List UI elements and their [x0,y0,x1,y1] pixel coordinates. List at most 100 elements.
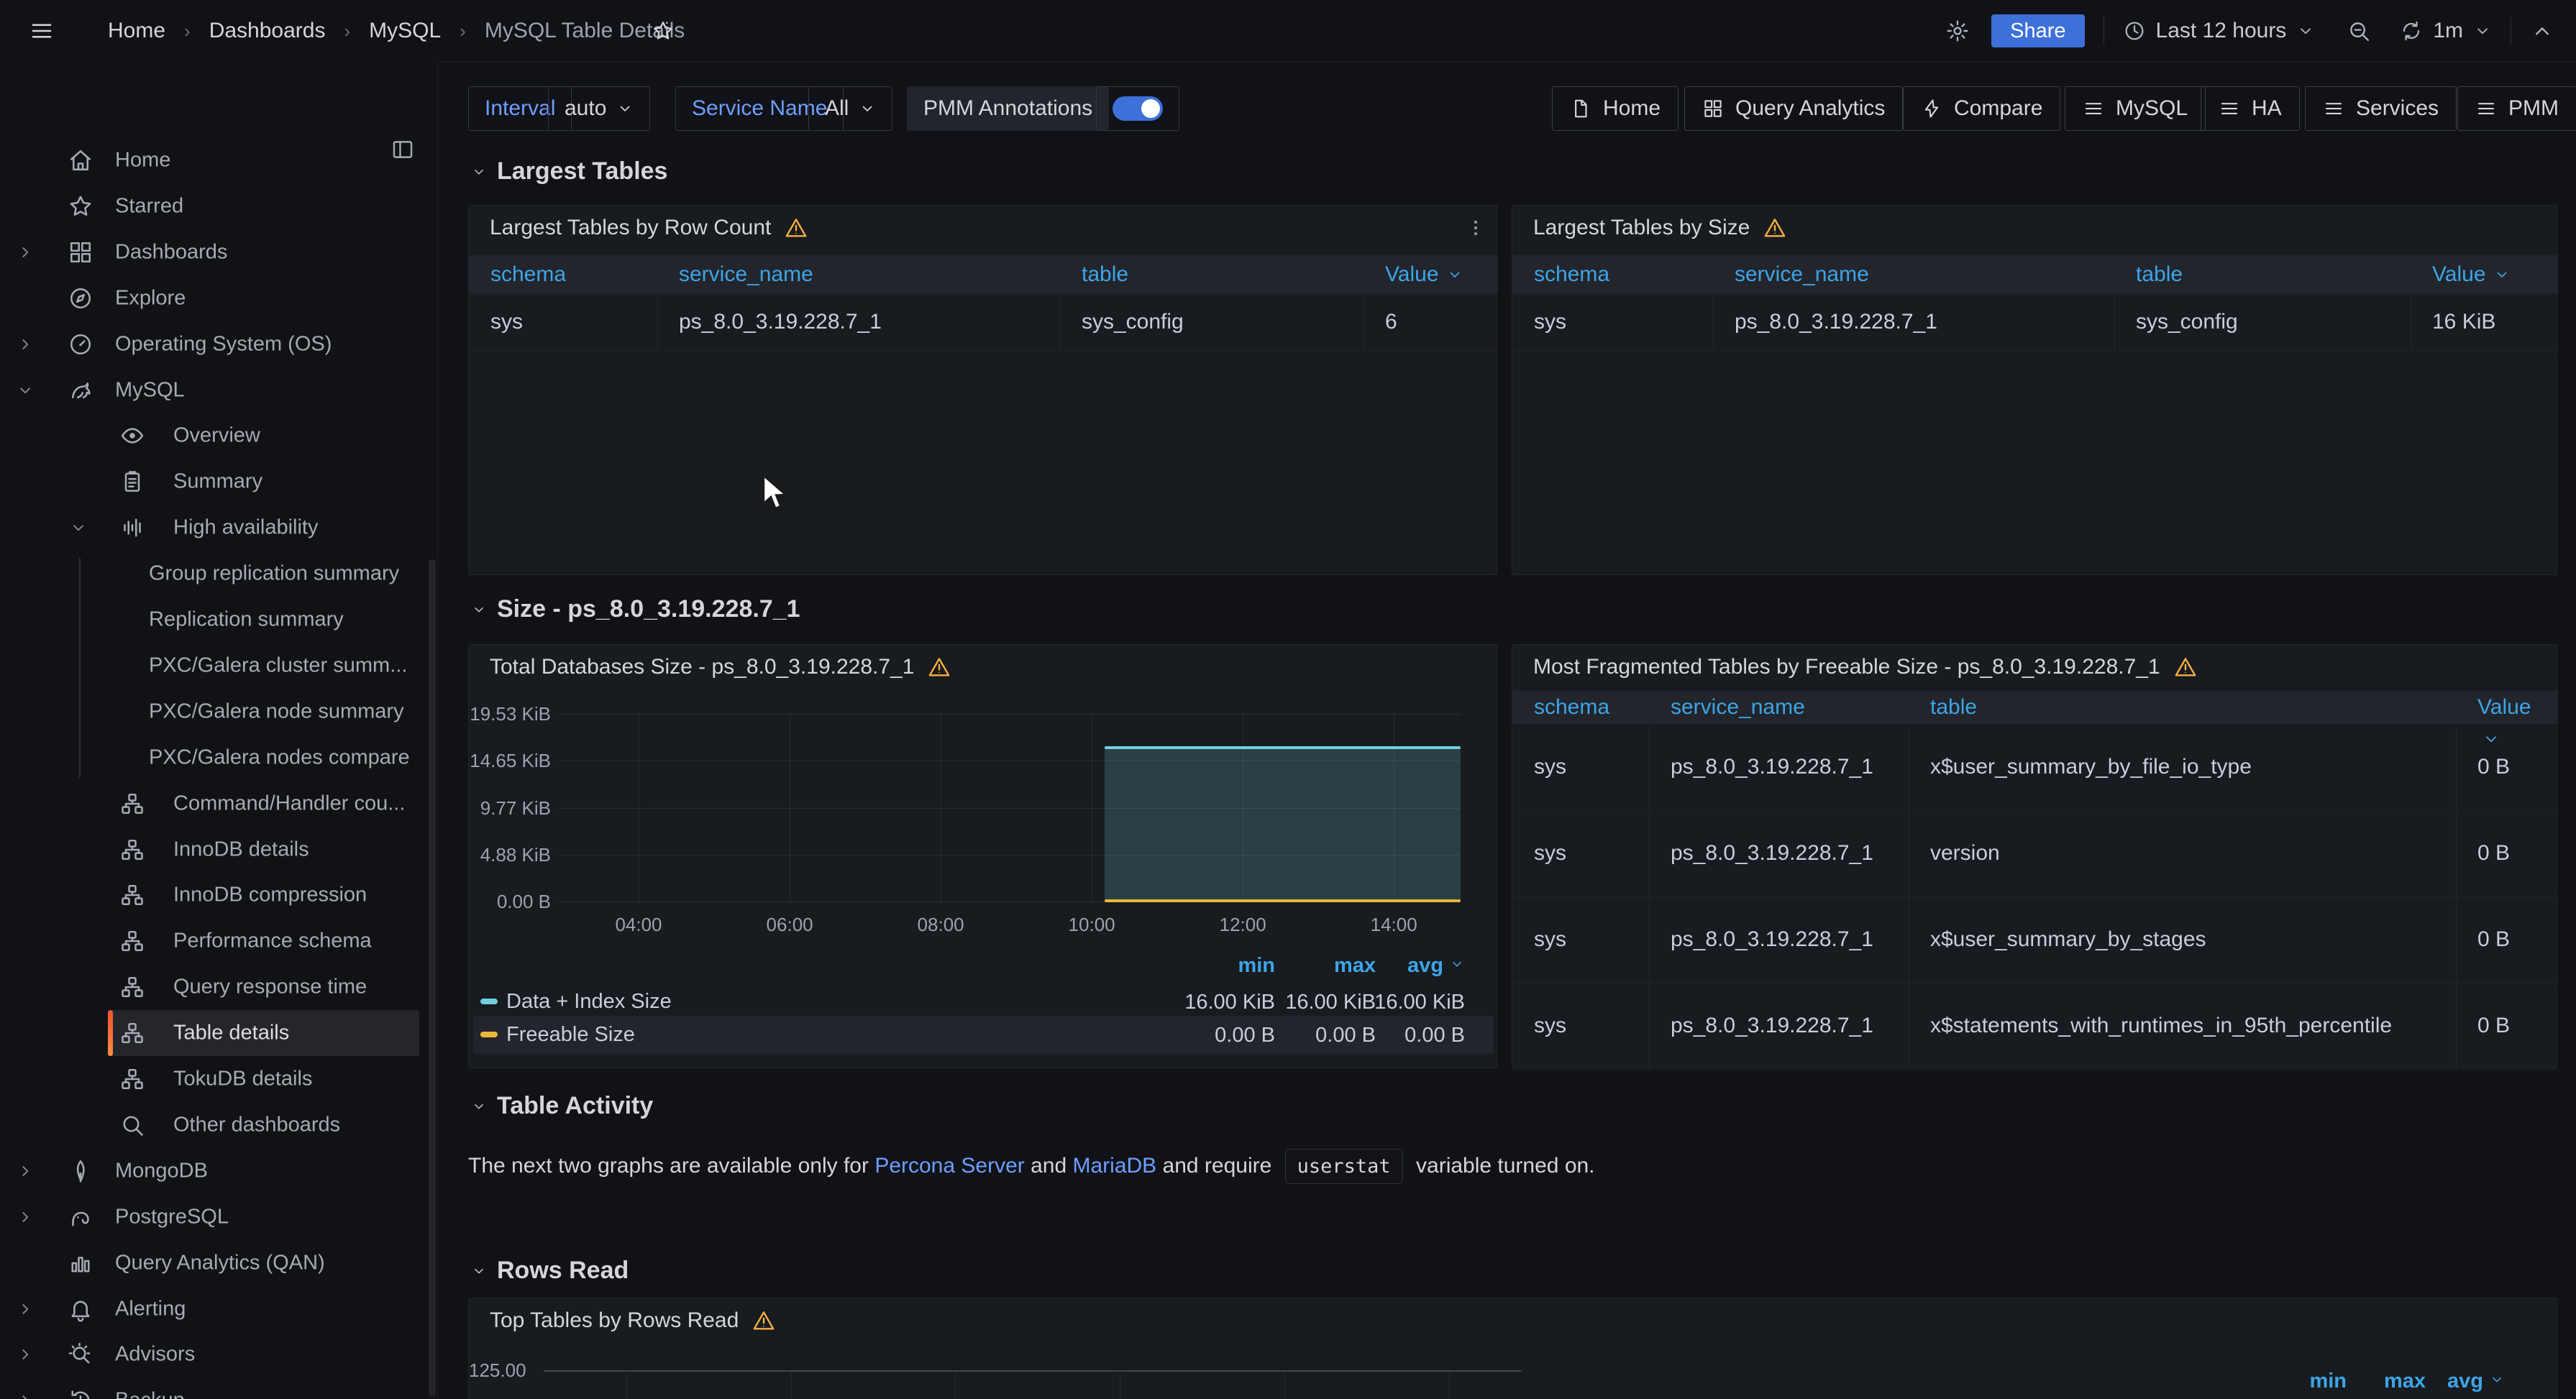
quicklink-mysql[interactable]: MySQL [2065,86,2206,131]
table-row: sysps_8.0_3.19.228.7_1sys_config6 [469,293,1498,352]
sidebar-item-query-analytics-qan[interactable]: Query Analytics (QAN) [0,1240,437,1286]
link-mariadb[interactable]: MariaDB [1072,1154,1156,1178]
sidebar-item-label: MongoDB [115,1159,208,1183]
share-button[interactable]: Share [1991,14,2084,47]
sidebar-item-innodb-details[interactable]: InnoDB details [0,827,437,873]
chevron-down-icon[interactable] [16,381,35,400]
section-largest-tables[interactable]: Largest Tables [471,157,667,185]
sidebar-item-other-dashboards[interactable]: Other dashboards [0,1102,437,1148]
toggle-switch[interactable] [1113,96,1163,121]
section-table-activity[interactable]: Table Activity [471,1092,653,1120]
quicklink-home[interactable]: Home [1552,86,1678,131]
quicklink-services[interactable]: Services [2305,86,2457,131]
sidebar-item-query-response-time[interactable]: Query response time [0,964,437,1010]
sidebar-item-pxc-galera-cluster-summ[interactable]: PXC/Galera cluster summ... [0,643,437,689]
sidebar-item-backup[interactable]: Backup [0,1377,437,1399]
cell-service_name: ps_8.0_3.19.228.7_1 [1671,724,1901,810]
legend-series-freeable-size[interactable]: Freeable Size [480,1017,635,1052]
sidebar-item-table-details[interactable]: Table details [0,1010,437,1056]
section-size[interactable]: Size - ps_8.0_3.19.228.7_1 [471,595,800,623]
breadcrumb-item[interactable]: MySQL [369,19,441,43]
sidebar-item-high-availability[interactable]: High availability [0,505,437,551]
sidebar-item-mysql[interactable]: MySQL [0,367,437,413]
breadcrumb-item[interactable]: Home [108,19,165,43]
column-header-service_name[interactable]: service_name [1735,255,1869,293]
zoom-out-button[interactable] [2347,19,2371,43]
sidebar-item-label: High availability [173,516,319,540]
sidebar-item-postgresql[interactable]: PostgreSQL [0,1194,437,1240]
column-header-table[interactable]: table [2136,255,2183,293]
sidebar-item-pxc-galera-node-summary[interactable]: PXC/Galera node summary [0,689,437,735]
sidebar-item-starred[interactable]: Starred [0,183,437,229]
sort-desc-icon[interactable] [2482,730,2500,748]
column-header-value[interactable]: Value [2477,691,2531,724]
column-header-table[interactable]: table [1082,255,1128,293]
sidebar-item-label: Query response time [173,976,367,999]
service-name-filter-value[interactable]: All [808,86,892,131]
sidebar-item-overview[interactable]: Overview [0,413,437,459]
column-header-service_name[interactable]: service_name [1671,691,1805,724]
column-header-service_name[interactable]: service_name [679,255,813,293]
panel-title[interactable]: Largest Tables by Size [1533,216,1787,240]
pmm-annotations-toggle[interactable] [1096,86,1179,131]
warning-icon[interactable] [2173,655,2198,679]
link-percona-server[interactable]: Percona Server [874,1154,1024,1178]
sidebar-item-group-replication-summary[interactable]: Group replication summary [0,551,437,597]
chevron-right-icon[interactable] [16,1345,35,1364]
top-bar: Home›Dashboards›MySQL›MySQL Table Detail… [0,0,2576,63]
quicklink-query-analytics[interactable]: Query Analytics [1684,86,1903,131]
quicklink-compare[interactable]: Compare [1903,86,2060,131]
column-header-value[interactable]: Value [1385,255,1463,293]
sidebar-item-advisors[interactable]: Advisors [0,1331,437,1377]
sidebar-item-performance-schema[interactable]: Performance schema [0,918,437,964]
chevron-right-icon[interactable] [16,243,35,262]
gear-icon[interactable] [1945,19,1970,43]
section-rows-read[interactable]: Rows Read [471,1257,629,1285]
column-header-schema[interactable]: schema [1534,255,1609,293]
sidebar-item-home[interactable]: Home [0,137,437,183]
quicklink-ha[interactable]: HA [2201,86,2300,131]
sidebar-item-explore[interactable]: Explore [0,275,437,321]
sidebar-item-mongodb[interactable]: MongoDB [0,1148,437,1194]
warning-icon[interactable] [784,216,808,240]
sidebar-item-operating-system-os[interactable]: Operating System (OS) [0,321,437,367]
collapse-sidebar-icon[interactable] [390,137,415,162]
panel-menu-icon[interactable] [1465,217,1486,239]
sidebar-item-summary[interactable]: Summary [0,459,437,505]
chevron-right-icon[interactable] [16,1162,35,1180]
sidebar-item-dashboards[interactable]: Dashboards [0,229,437,275]
collapse-topbar-icon[interactable] [2530,19,2554,43]
column-header-table[interactable]: table [1930,691,1977,724]
time-range-picker[interactable]: Last 12 hours [2123,19,2316,43]
legend-series-data-index-size[interactable]: Data + Index Size [480,984,672,1019]
sidebar-item-replication-summary[interactable]: Replication summary [0,597,437,643]
quicklink-pmm[interactable]: PMM [2457,86,2576,131]
interval-filter-value[interactable]: auto [548,86,650,131]
sidebar-item-command-handler-cou[interactable]: Command/Handler cou... [0,781,437,827]
sidebar-item-alerting[interactable]: Alerting [0,1286,437,1332]
chevron-right-icon[interactable] [16,1300,35,1318]
series-line-data-index-size [1105,746,1461,749]
panel-title[interactable]: Largest Tables by Row Count [490,216,808,240]
chevron-right-icon[interactable] [16,1391,35,1399]
sidebar-item-tokudb-details[interactable]: TokuDB details [0,1056,437,1102]
chevron-down-icon[interactable] [69,518,88,537]
note-text: variable turned on. [1410,1154,1595,1178]
star-icon[interactable] [652,19,675,42]
sidebar-item-innodb-compression[interactable]: InnoDB compression [0,872,437,918]
column-header-schema[interactable]: schema [490,255,566,293]
panel-title[interactable]: Most Fragmented Tables by Freeable Size … [1533,655,2198,679]
breadcrumb-item[interactable]: Dashboards [209,19,326,43]
menu-icon [2219,98,2240,119]
warning-icon[interactable] [1763,216,1787,240]
menu-icon[interactable] [29,18,55,44]
legend-header-avg[interactable]: avg [1321,954,1465,978]
legend-header-avg[interactable]: avg [2361,1370,2505,1393]
column-header-value[interactable]: Value [2432,255,2511,293]
sidebar-scrollbar[interactable] [429,559,436,1396]
sidebar-item-pxc-galera-nodes-compare[interactable]: PXC/Galera nodes compare [0,735,437,781]
column-header-schema[interactable]: schema [1534,691,1609,724]
chevron-right-icon[interactable] [16,335,35,354]
chevron-right-icon[interactable] [16,1208,35,1226]
refresh-picker[interactable]: 1m [2400,19,2492,43]
